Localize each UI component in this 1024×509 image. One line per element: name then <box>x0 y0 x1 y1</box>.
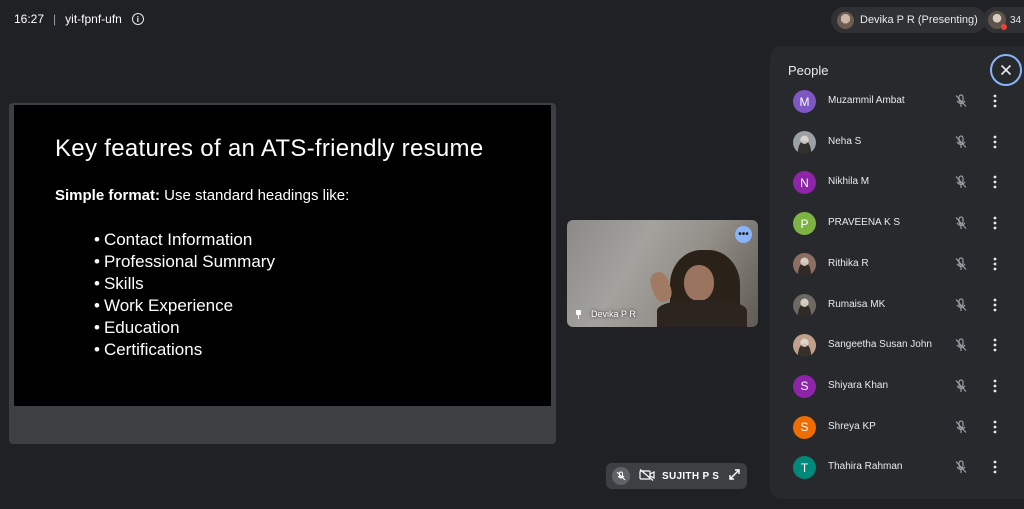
separator: | <box>53 12 57 26</box>
people-panel: People M Muzammil Ambat Neha S N Nikhila M PP… <box>770 46 1024 499</box>
more-vert-icon[interactable] <box>993 420 997 439</box>
slide-bullet: Contact Information <box>94 229 275 251</box>
participant-name: Shiyara Khan <box>828 379 889 391</box>
mic-off-icon[interactable] <box>954 297 968 317</box>
slide-subtitle: Simple format: Use standard headings lik… <box>55 187 349 204</box>
presenting-chip[interactable]: Devika P R (Presenting) <box>831 7 986 33</box>
video-person-body <box>657 300 747 327</box>
panel-title: People <box>788 63 829 78</box>
participant-name: Thahira Rahman <box>828 461 903 473</box>
participant-row[interactable]: S Shiyara Khan <box>770 374 1024 415</box>
participant-avatar <box>793 130 816 154</box>
participant-avatar <box>793 293 816 317</box>
participant-name: Shreya KP <box>828 420 876 432</box>
participant-row[interactable]: Neha S <box>770 130 1024 171</box>
participant-row[interactable]: T Thahira Rahman <box>770 456 1024 496</box>
participant-row[interactable]: N Nikhila M <box>770 171 1024 211</box>
slide-bullet: Education <box>94 317 275 339</box>
more-vert-icon[interactable] <box>993 298 997 317</box>
mic-off-icon[interactable] <box>954 257 968 276</box>
more-vert-icon[interactable] <box>993 257 997 276</box>
more-vert-icon[interactable] <box>993 379 997 398</box>
participant-name: Muzammil Ambat <box>828 95 905 106</box>
meeting-info: 16:27 | yit-fpnf-ufn i <box>14 12 144 26</box>
presentation-slide: Key features of an ATS-friendly resume S… <box>14 105 551 406</box>
mic-off-icon[interactable] <box>954 216 968 235</box>
slide-bullet-list: Contact Information Professional Summary… <box>94 229 275 361</box>
mic-off-icon[interactable] <box>954 379 968 398</box>
participant-row[interactable]: S Shreya KP <box>770 415 1024 456</box>
presenting-label: Devika P R (Presenting) <box>860 14 978 26</box>
avatar <box>837 11 854 29</box>
close-panel-button[interactable] <box>990 54 1022 86</box>
slide-title: Key features of an ATS-friendly resume <box>55 135 484 162</box>
more-vert-icon[interactable] <box>993 216 997 235</box>
participant-row[interactable]: Sangeetha Susan John <box>770 334 1024 374</box>
more-options-icon[interactable]: ••• <box>735 226 752 243</box>
slide-bullet: Skills <box>94 273 275 295</box>
presenter-name: SUJITH P S <box>662 470 720 482</box>
participant-avatar: P <box>793 212 816 236</box>
mic-off-icon[interactable] <box>954 135 968 154</box>
participant-name: Sangeetha Susan John <box>828 339 932 351</box>
participants-chip[interactable]: 34 <box>983 7 1024 33</box>
more-vert-icon[interactable] <box>993 460 997 479</box>
slide-bullet: Work Experience <box>94 295 275 317</box>
mic-off-icon[interactable] <box>954 94 968 113</box>
participant-avatar: T <box>793 456 816 480</box>
mic-off-icon[interactable] <box>954 419 968 439</box>
pin-icon[interactable] <box>575 309 582 319</box>
video-person-face <box>684 265 714 301</box>
participant-name: Nikhila M <box>828 176 870 188</box>
participant-avatar: S <box>793 374 816 398</box>
participant-name: Rumaisa MK <box>828 298 886 310</box>
participant-avatar: N <box>793 171 816 195</box>
info-icon[interactable]: i <box>131 13 144 25</box>
camera-off-icon <box>639 468 655 484</box>
mic-off-icon[interactable] <box>954 338 968 357</box>
participant-avatar: S <box>793 415 816 439</box>
more-vert-icon[interactable] <box>993 175 997 194</box>
more-vert-icon[interactable] <box>993 135 997 154</box>
avatar <box>988 11 1007 30</box>
slide-bullet: Professional Summary <box>94 251 275 273</box>
more-vert-icon[interactable] <box>993 338 997 357</box>
participant-row[interactable]: Rumaisa MK <box>770 293 1024 334</box>
video-name-label: Devika P R <box>575 309 636 319</box>
participant-row[interactable]: Rithika R <box>770 252 1024 293</box>
video-participant-name: Devika P R <box>591 309 636 319</box>
slide-subtitle-bold: Simple format: <box>55 187 161 204</box>
presenter-chip: SUJITH P S <box>606 463 747 489</box>
participant-row[interactable]: M Muzammil Ambat <box>770 90 1024 130</box>
mic-off-icon[interactable] <box>954 460 968 479</box>
participant-avatar <box>793 252 816 276</box>
participant-count: 34 <box>1010 14 1022 26</box>
meeting-code: yit-fpnf-ufn <box>65 12 122 26</box>
clock-time: 16:27 <box>14 12 45 26</box>
mic-off-icon[interactable] <box>954 175 968 194</box>
participant-avatar <box>793 334 816 358</box>
close-icon <box>1000 64 1012 76</box>
participant-row[interactable]: P PRAVEENA K S <box>770 212 1024 252</box>
mic-off-icon <box>612 467 630 485</box>
participant-name: Neha S <box>828 135 862 147</box>
slide-bullet: Certifications <box>94 339 275 361</box>
expand-icon[interactable] <box>728 468 741 484</box>
slide-subtitle-rest: Use standard headings like: <box>160 187 350 204</box>
participant-avatar: M <box>793 90 816 113</box>
participant-name: Rithika R <box>828 257 869 269</box>
more-vert-icon[interactable] <box>993 94 997 113</box>
participant-name: PRAVEENA K S <box>828 217 901 229</box>
